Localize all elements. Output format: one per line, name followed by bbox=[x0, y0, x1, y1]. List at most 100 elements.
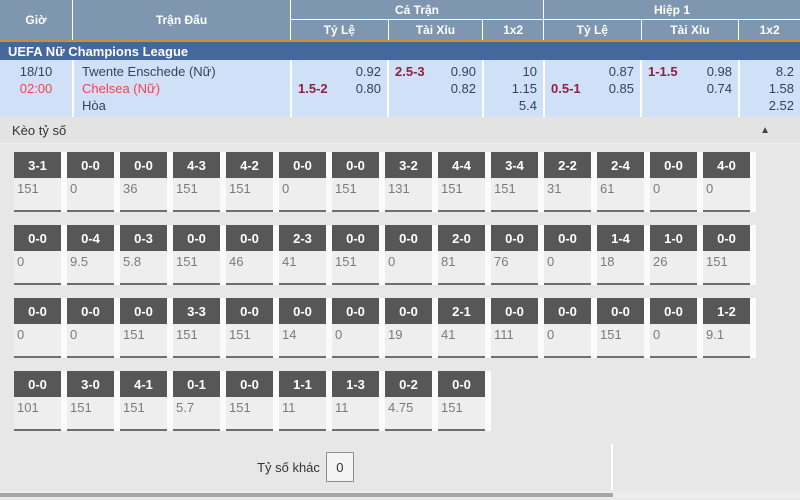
score-row: 0-000-000-01513-31510-01510-0140-000-019… bbox=[14, 298, 800, 371]
score-chip: 0-1 bbox=[173, 371, 220, 397]
score-odds-cell[interactable]: 0-0151 bbox=[597, 298, 644, 358]
score-odds-cell[interactable]: 1-111 bbox=[279, 371, 326, 431]
score-odds-value: 41 bbox=[279, 251, 326, 269]
score-odds-cell[interactable]: 4-3151 bbox=[173, 152, 220, 212]
ft-handicap-cell[interactable]: 0.92 1.5-20.80 bbox=[290, 60, 387, 117]
score-cell-wrap: 4-2151 bbox=[226, 152, 279, 212]
score-odds-cell[interactable]: 4-00 bbox=[703, 152, 750, 212]
score-odds-cell[interactable]: 0-00 bbox=[385, 225, 432, 285]
score-odds-cell[interactable]: 0-00 bbox=[332, 298, 379, 358]
ft-overunder-cell[interactable]: 2.5-30.90 0.82 bbox=[387, 60, 482, 117]
h1-1x2-home[interactable]: 8.2 bbox=[776, 63, 794, 80]
score-odds-value: 36 bbox=[120, 178, 167, 196]
score-odds-cell[interactable]: 0-00 bbox=[544, 225, 591, 285]
group-first-half: Hiệp 1 Tỷ Lệ Tài Xỉu 1x2 bbox=[543, 0, 800, 40]
score-odds-cell[interactable]: 2-231 bbox=[544, 152, 591, 212]
score-odds-cell[interactable]: 2-461 bbox=[597, 152, 644, 212]
score-odds-cell[interactable]: 0-00 bbox=[279, 152, 326, 212]
score-section-header[interactable]: Kèo tỷ số ▲ bbox=[0, 117, 800, 144]
score-odds-cell[interactable]: 2-341 bbox=[279, 225, 326, 285]
ft-1x2-draw[interactable]: 5.4 bbox=[519, 97, 537, 114]
score-odds-cell[interactable]: 1-29.1 bbox=[703, 298, 750, 358]
score-odds-cell[interactable]: 0-0151 bbox=[173, 225, 220, 285]
score-cell-wrap: 0-00 bbox=[67, 152, 120, 212]
h1-under-odds[interactable]: 0.74 bbox=[707, 80, 732, 97]
score-odds-cell[interactable]: 3-2131 bbox=[385, 152, 432, 212]
score-odds-cell[interactable]: 0-076 bbox=[491, 225, 538, 285]
h1-1x2-cell[interactable]: 8.2 1.58 2.52 bbox=[738, 60, 800, 117]
score-odds-cell[interactable]: 0-014 bbox=[279, 298, 326, 358]
column-header-time: Giờ bbox=[0, 0, 72, 40]
score-cell-wrap: 0-0151 bbox=[438, 371, 491, 431]
score-odds-value: 151 bbox=[491, 178, 538, 196]
ft-1x2-home[interactable]: 10 bbox=[523, 63, 537, 80]
score-odds-cell[interactable]: 0-00 bbox=[67, 152, 114, 212]
h1-handicap-away-odds[interactable]: 0.85 bbox=[609, 80, 634, 97]
score-chip: 0-3 bbox=[120, 225, 167, 251]
score-odds-cell[interactable]: 0-24.75 bbox=[385, 371, 432, 431]
score-odds-cell[interactable]: 0-0151 bbox=[332, 225, 379, 285]
score-odds-cell[interactable]: 0-00 bbox=[14, 298, 61, 358]
score-odds-cell[interactable]: 1-311 bbox=[332, 371, 379, 431]
score-chip: 0-0 bbox=[14, 298, 61, 324]
score-odds-cell[interactable]: 0-0151 bbox=[438, 371, 485, 431]
score-chip: 0-0 bbox=[332, 152, 379, 178]
score-odds-cell[interactable]: 0-0151 bbox=[226, 371, 273, 431]
score-chip: 0-0 bbox=[650, 152, 697, 178]
h1-handicap-cell[interactable]: 0.87 0.5-1 0.85 bbox=[543, 60, 640, 117]
score-odds-cell[interactable]: 3-0151 bbox=[67, 371, 114, 431]
h1-handicap-home-odds[interactable]: 0.87 bbox=[609, 63, 634, 80]
horizontal-scrollbar[interactable] bbox=[0, 491, 800, 498]
score-odds-value: 151 bbox=[597, 324, 644, 342]
score-odds-cell[interactable]: 0-49.5 bbox=[67, 225, 114, 285]
score-cell-wrap: 0-00 bbox=[650, 298, 703, 358]
score-cell-wrap: 0-0111 bbox=[491, 298, 544, 358]
score-odds-cell[interactable]: 0-0151 bbox=[703, 225, 750, 285]
ft-1x2-away[interactable]: 1.15 bbox=[512, 80, 537, 97]
group-header-full-match: Cả Trận bbox=[291, 0, 543, 20]
score-odds-cell[interactable]: 2-141 bbox=[438, 298, 485, 358]
ft-over-odds[interactable]: 0.90 bbox=[451, 63, 476, 80]
score-odds-cell[interactable]: 0-0151 bbox=[120, 298, 167, 358]
score-odds-cell[interactable]: 0-00 bbox=[650, 298, 697, 358]
ft-under-odds[interactable]: 0.82 bbox=[451, 80, 476, 97]
score-odds-cell[interactable]: 1-418 bbox=[597, 225, 644, 285]
score-odds-cell[interactable]: 0-35.8 bbox=[120, 225, 167, 285]
h1-overunder-cell[interactable]: 1-1.50.98 0.74 bbox=[640, 60, 738, 117]
collapse-triangle-icon[interactable]: ▲ bbox=[760, 125, 788, 136]
score-odds-cell[interactable]: 3-3151 bbox=[173, 298, 220, 358]
score-chip: 0-0 bbox=[67, 152, 114, 178]
score-odds-cell[interactable]: 3-1151 bbox=[14, 152, 61, 212]
score-odds-cell[interactable]: 3-4151 bbox=[491, 152, 538, 212]
league-title-bar: UEFA Nữ Champions League bbox=[0, 42, 800, 60]
h1-over-odds[interactable]: 0.98 bbox=[707, 63, 732, 80]
score-odds-cell[interactable]: 0-0151 bbox=[226, 298, 273, 358]
score-odds-cell[interactable]: 4-1151 bbox=[120, 371, 167, 431]
ft-1x2-cell[interactable]: 10 1.15 5.4 bbox=[482, 60, 543, 117]
other-score-value-box[interactable]: 0 bbox=[326, 452, 354, 482]
score-odds-cell[interactable]: 0-15.7 bbox=[173, 371, 220, 431]
score-odds-cell[interactable]: 0-00 bbox=[650, 152, 697, 212]
score-odds-cell[interactable]: 0-046 bbox=[226, 225, 273, 285]
score-odds-cell[interactable]: 0-019 bbox=[385, 298, 432, 358]
score-odds-cell[interactable]: 1-026 bbox=[650, 225, 697, 285]
score-chip: 0-0 bbox=[385, 298, 432, 324]
score-odds-cell[interactable]: 0-00 bbox=[544, 298, 591, 358]
score-odds-cell[interactable]: 4-4151 bbox=[438, 152, 485, 212]
h1-1x2-away[interactable]: 1.58 bbox=[769, 80, 794, 97]
scrollbar-thumb[interactable] bbox=[0, 493, 613, 497]
score-chip: 0-0 bbox=[14, 371, 61, 397]
ft-handicap-home-odds[interactable]: 0.92 bbox=[356, 63, 381, 80]
ft-handicap-away-odds[interactable]: 0.80 bbox=[356, 80, 381, 97]
score-odds-cell[interactable]: 2-081 bbox=[438, 225, 485, 285]
h1-handicap-line: 0.5-1 bbox=[551, 80, 581, 97]
score-odds-cell[interactable]: 0-00 bbox=[14, 225, 61, 285]
score-odds-cell[interactable]: 0-00 bbox=[67, 298, 114, 358]
h1-1x2-draw[interactable]: 2.52 bbox=[769, 97, 794, 114]
score-odds-cell[interactable]: 0-0111 bbox=[491, 298, 538, 358]
score-odds-cell[interactable]: 4-2151 bbox=[226, 152, 273, 212]
score-odds-cell[interactable]: 0-0101 bbox=[14, 371, 61, 431]
score-odds-cell[interactable]: 0-036 bbox=[120, 152, 167, 212]
score-odds-cell[interactable]: 0-0151 bbox=[332, 152, 379, 212]
match-row: 18/10 02:00 Twente Enschede (Nữ) Chelsea… bbox=[0, 60, 800, 117]
